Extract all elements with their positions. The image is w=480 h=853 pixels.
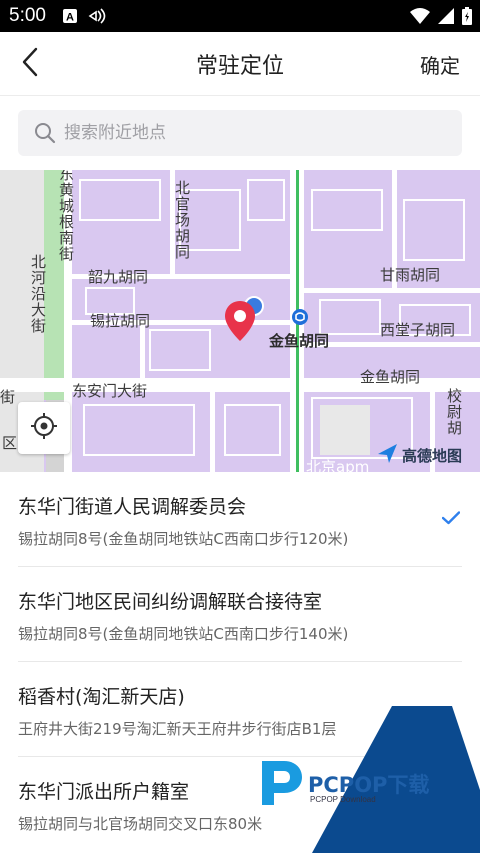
confirm-button[interactable]: 确定	[420, 50, 460, 79]
signal-icon	[88, 8, 108, 28]
place-list: 东华门街道人民调解委员会 锡拉胡同8号(金鱼胡同地铁站C西南口步行120米) 东…	[0, 472, 480, 852]
wifi-icon	[410, 8, 430, 28]
search-bar[interactable]	[18, 110, 462, 156]
checkmark-icon	[441, 510, 461, 529]
map-label-jinyu-street: 金鱼胡同	[360, 368, 421, 386]
map-label-xiaowei: 校尉胡	[445, 388, 463, 436]
place-address: 锡拉胡同8号(金鱼胡同地铁站C西南口步行120米)	[18, 530, 349, 548]
crosshair-icon	[30, 412, 58, 444]
place-name: 东华门地区民间纠纷调解联合接待室	[18, 591, 323, 613]
map-label-shaojiu: 韶九胡同	[88, 268, 149, 286]
place-address: 王府井大街219号淘汇新天王府井步行街店B1层	[18, 720, 337, 738]
map-label-qu: 区	[2, 434, 18, 452]
title-bar: 常驻定位 确定	[0, 32, 480, 96]
place-address: 锡拉胡同8号(金鱼胡同地铁站C西南口步行140米)	[18, 625, 349, 643]
list-item[interactable]: 东华门街道人民调解委员会 锡拉胡同8号(金鱼胡同地铁站C西南口步行120米)	[0, 472, 480, 567]
amap-arrow-icon	[376, 442, 398, 468]
place-name: 稻香村(淘汇新天店)	[18, 686, 185, 708]
search-icon	[34, 122, 56, 148]
page-title: 常驻定位	[195, 54, 284, 79]
map-label-beiguanchang: 北官场胡同	[173, 180, 191, 260]
map-pin-icon[interactable]	[224, 300, 256, 346]
map-label-xitangzi: 西堂子胡同	[380, 321, 456, 339]
map-label-jie: 街	[0, 388, 16, 406]
subway-icon	[291, 308, 309, 330]
battery-icon	[462, 7, 472, 29]
status-time: 5:00	[9, 5, 46, 26]
locate-me-button[interactable]	[18, 402, 70, 454]
a-icon: A	[62, 8, 78, 28]
place-name: 东华门派出所户籍室	[18, 781, 190, 803]
map-label-donganmen: 东安门大街	[72, 382, 148, 400]
cellular-icon	[438, 8, 454, 28]
svg-text:A: A	[66, 12, 74, 24]
status-bar: 5:00 A	[0, 0, 480, 32]
list-item[interactable]: 东华门地区民间纠纷调解联合接待室 锡拉胡同8号(金鱼胡同地铁站C西南口步行140…	[0, 567, 480, 662]
map-view[interactable]: 东黄城根南街 北官场胡同 北河沿大街 韶九胡同 锡拉胡同 金鱼胡同 甘雨胡同 西…	[0, 170, 480, 472]
map-label-ganyu: 甘雨胡同	[380, 266, 441, 284]
map-provider-logo: 高德地图	[376, 442, 462, 468]
app-screen: 5:00 A 常驻定位 确定 搜索附近地点 东黄城根南街 北官场胡同 北河沿大街…	[0, 0, 480, 853]
map-provider-text: 高德地图	[402, 446, 463, 465]
search-input[interactable]	[64, 110, 444, 156]
map-label-xila: 锡拉胡同	[90, 312, 151, 330]
place-address: 锡拉胡同与北官场胡同交叉口东80米	[18, 815, 263, 833]
list-item[interactable]: 东华门派出所户籍室 锡拉胡同与北官场胡同交叉口东80米	[0, 757, 480, 852]
list-item[interactable]: 稻香村(淘汇新天店) 王府井大街219号淘汇新天王府井步行街店B1层	[0, 662, 480, 757]
place-name: 东华门街道人民调解委员会	[18, 496, 247, 518]
map-label-jinyu-station: 金鱼胡同	[269, 332, 330, 350]
map-label-beijing-apm: 北京apm	[306, 458, 370, 472]
map-label-beiheyan: 北河沿大街	[29, 254, 47, 334]
map-label-donghuangchenggen: 东黄城根南街	[57, 170, 75, 262]
